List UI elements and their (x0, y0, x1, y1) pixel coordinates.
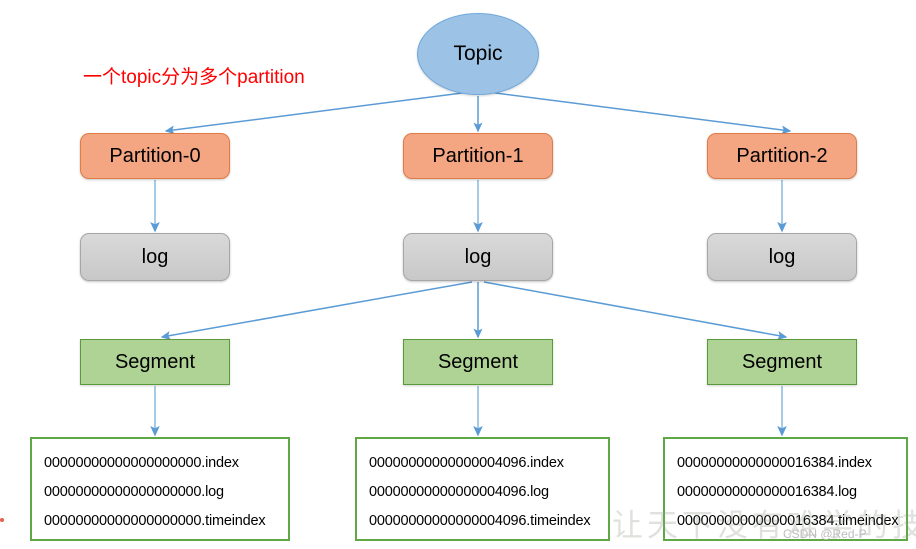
segment-files-box-1: 00000000000000004096.index 0000000000000… (355, 437, 610, 541)
segment-node-1[interactable]: Segment (403, 339, 553, 385)
partition-node-2[interactable]: Partition-2 (707, 133, 857, 179)
file-line: 00000000000000000000.index (44, 455, 239, 471)
topic-label: Topic (453, 42, 503, 65)
edge-topic-to-partition-0 (164, 91, 471, 135)
log-node-0[interactable]: log (80, 233, 230, 281)
log-label-1: log (464, 245, 492, 268)
diagram-canvas: Topic 一个topic分为多个partition Partition-0 l… (0, 0, 916, 549)
file-line: 00000000000000004096.log (369, 484, 549, 500)
file-line: 00000000000000000000.timeindex (44, 513, 266, 529)
edge-log-1-to-segment-0 (160, 281, 473, 340)
segment-node-0[interactable]: Segment (80, 339, 230, 385)
edge-topic-to-partition-2 (487, 91, 792, 135)
segment-label-2: Segment (741, 350, 823, 373)
partition-label-1: Partition-1 (432, 144, 524, 167)
file-line: 00000000000000000000.log (44, 484, 224, 500)
annotation-text: 一个topic分为多个partition (83, 67, 305, 88)
segment-node-2[interactable]: Segment (707, 339, 857, 385)
log-node-2[interactable]: log (707, 233, 857, 281)
partition-node-0[interactable]: Partition-0 (80, 133, 230, 179)
partition-label-2: Partition-2 (736, 144, 828, 167)
red-dot-artifact (0, 518, 4, 522)
log-label-2: log (768, 245, 796, 268)
topic-node[interactable]: Topic (417, 13, 539, 95)
log-node-1[interactable]: log (403, 233, 553, 281)
partition-node-1[interactable]: Partition-1 (403, 133, 553, 179)
edge-log-1-to-segment-2 (483, 281, 788, 340)
partition-label-0: Partition-0 (109, 144, 201, 167)
segment-label-1: Segment (437, 350, 519, 373)
csdn-watermark: CSDN @Red-P (783, 527, 867, 541)
segment-files-box-0: 00000000000000000000.index 0000000000000… (30, 437, 290, 541)
log-label-0: log (141, 245, 169, 268)
background-watermark: 让天下没有难学的技术 (612, 508, 916, 543)
file-line: 00000000000000016384.index (677, 455, 872, 471)
file-line: 00000000000000004096.timeindex (369, 513, 591, 529)
segment-label-0: Segment (114, 350, 196, 373)
file-line: 00000000000000004096.index (369, 455, 564, 471)
